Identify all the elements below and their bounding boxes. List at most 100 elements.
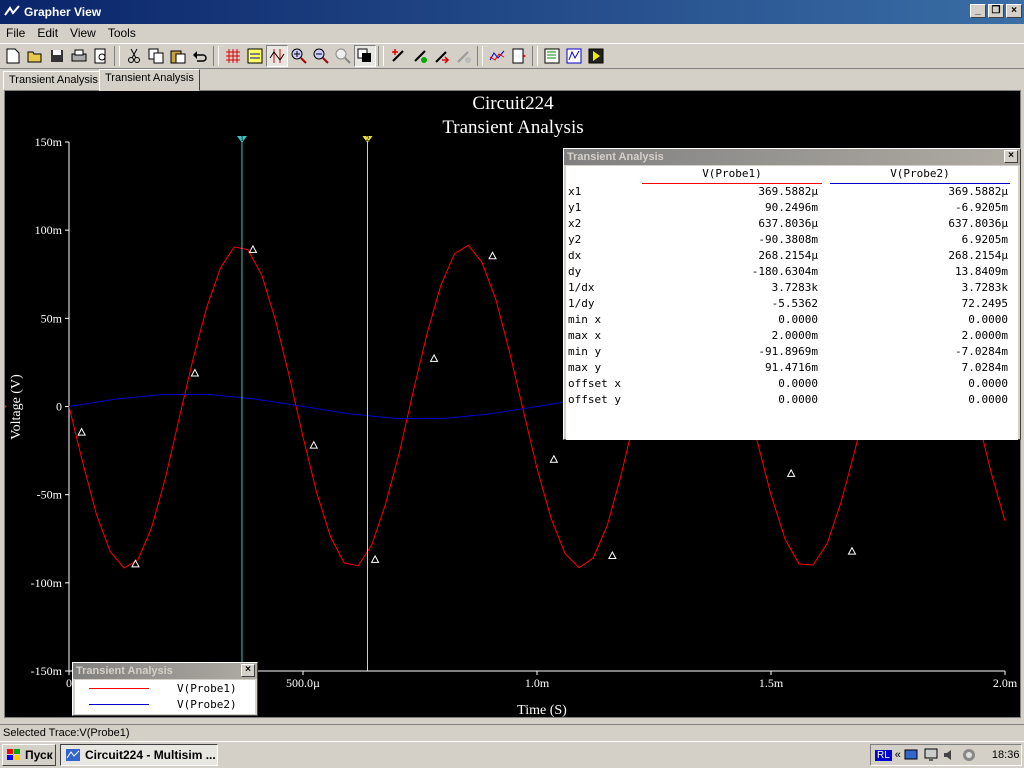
- new-icon[interactable]: [2, 45, 24, 67]
- toolbar-separator: [114, 46, 120, 66]
- legend-window-titlebar[interactable]: Transient Analysis ×: [73, 663, 257, 679]
- cursor-window-title: Transient Analysis: [567, 151, 664, 163]
- language-indicator[interactable]: RL: [875, 749, 892, 761]
- volume-icon[interactable]: [942, 748, 958, 762]
- undo-icon[interactable]: [189, 45, 211, 67]
- cursor-window-titlebar[interactable]: Transient Analysis ×: [564, 149, 1020, 165]
- cursor-row-1-dx: 1/dx 3.7283k 3.7283k: [566, 280, 1018, 296]
- cursor-value-probe2: 2.0000m: [961, 329, 1008, 342]
- cursor-row-label: max y: [568, 361, 602, 374]
- toolbar-separator: [213, 46, 219, 66]
- cursor-value-probe1: -91.8969m: [758, 345, 818, 358]
- x-tick-label: 500.0µ: [286, 676, 320, 690]
- legend-window[interactable]: Transient Analysis × V(Probe1) V(Probe2): [72, 662, 258, 716]
- cursor-row-dx: dx 268.2154µ 268.2154µ: [566, 248, 1018, 264]
- y-tick-label: -150m: [31, 664, 63, 678]
- cursor-row-1-dy: 1/dy -5.5362 72.2495: [566, 296, 1018, 312]
- chart-cursors[interactable]: 12: [236, 135, 373, 671]
- paste-icon[interactable]: [167, 45, 189, 67]
- cursor-value-probe2: 7.0284m: [961, 361, 1008, 374]
- cursor-readout-window[interactable]: Transient Analysis × V(Probe1) V(Probe2)…: [563, 148, 1021, 440]
- page-tabs: Transient Analysis Transient Analysis: [0, 69, 1024, 91]
- cursor-window-close-button[interactable]: ×: [1004, 150, 1018, 163]
- trace-marker: [309, 440, 319, 449]
- reverse-colors-icon[interactable]: [354, 45, 376, 67]
- export-to-labview-icon[interactable]: [585, 45, 607, 67]
- cursor-value-probe2: 0.0000: [968, 393, 1008, 406]
- cursors-icon[interactable]: [266, 45, 288, 67]
- cursor-value-probe2: 268.2154µ: [948, 249, 1008, 262]
- menu-file[interactable]: File: [0, 26, 31, 40]
- cursor-row-label: 1/dx: [568, 281, 595, 294]
- tray-expand-icon[interactable]: «: [895, 749, 901, 761]
- save-icon[interactable]: [46, 45, 68, 67]
- start-button[interactable]: Пуск: [2, 744, 56, 766]
- windows-logo-icon: [7, 749, 20, 760]
- restore-button[interactable]: ❐: [988, 4, 1004, 18]
- cursor-value-probe2: -6.9205m: [955, 201, 1008, 214]
- tab-transient-analysis-1[interactable]: Transient Analysis: [3, 71, 104, 90]
- network-icon[interactable]: [904, 748, 920, 762]
- menu-edit[interactable]: Edit: [31, 26, 64, 40]
- menu-tools[interactable]: Tools: [102, 26, 142, 40]
- open-icon[interactable]: [24, 45, 46, 67]
- legend-icon[interactable]: [244, 45, 266, 67]
- display-icon[interactable]: [923, 748, 939, 762]
- cursor-value-probe2: 369.5882µ: [948, 185, 1008, 198]
- tab-transient-analysis-2[interactable]: Transient Analysis: [99, 69, 200, 91]
- taskbar-item-multisim[interactable]: Circuit224 - Multisim ...: [60, 744, 218, 766]
- cursor-row-y2: y2 -90.3808m 6.9205m: [566, 232, 1018, 248]
- clock: 18:36: [991, 749, 1020, 761]
- y-tick-label: -100m: [31, 576, 63, 590]
- cursor-row-label: min x: [568, 313, 602, 326]
- cursor-value-probe1: 637.8036µ: [758, 217, 818, 230]
- y-tick-label: 150m: [35, 135, 63, 149]
- add-trace-icon[interactable]: [387, 45, 409, 67]
- zoom-in-icon[interactable]: [288, 45, 310, 67]
- cursor-value-probe1: -5.5362: [771, 297, 818, 310]
- status-text: Selected Trace:V(Probe1): [3, 727, 130, 739]
- excel-icon[interactable]: [508, 45, 530, 67]
- trace-marker: [77, 427, 86, 436]
- y-tick-label: -50m: [37, 488, 63, 502]
- print-preview-icon[interactable]: [90, 45, 112, 67]
- cursor-row-label: y1: [568, 201, 582, 214]
- x-tick-label: 1.0m: [525, 676, 550, 690]
- cursor-2-number: 2: [366, 135, 370, 143]
- cursor-value-probe2: -7.0284m: [955, 345, 1008, 358]
- cursor-header-probe1: V(Probe1): [642, 166, 822, 184]
- close-button[interactable]: ×: [1006, 4, 1022, 18]
- zoom-out-icon[interactable]: [310, 45, 332, 67]
- cursor-row-min-x: min x 0.0000 0.0000: [566, 312, 1018, 328]
- cursor-value-probe1: 0.0000: [778, 377, 818, 390]
- trace-properties-icon[interactable]: [409, 45, 431, 67]
- antivirus-icon[interactable]: [961, 748, 977, 762]
- grid-icon[interactable]: [222, 45, 244, 67]
- cursor-value-probe2: 6.9205m: [961, 233, 1008, 246]
- overlay-icon[interactable]: [453, 45, 475, 67]
- legend-window-close-button[interactable]: ×: [241, 664, 255, 677]
- cursor-row-dy: dy -180.6304m 13.8409m: [566, 264, 1018, 280]
- zoom-full-icon[interactable]: [332, 45, 354, 67]
- menu-view[interactable]: View: [64, 26, 102, 40]
- export-icon[interactable]: [486, 45, 508, 67]
- cursor-value-probe1: 369.5882µ: [758, 185, 818, 198]
- y-axis-label: Voltage (V): [9, 374, 24, 440]
- print-icon[interactable]: [68, 45, 90, 67]
- menu-bar: File Edit View Tools: [0, 24, 1024, 42]
- labview-icon[interactable]: [563, 45, 585, 67]
- minimize-button[interactable]: _: [970, 4, 986, 18]
- cursor-value-probe2: 3.7283k: [961, 281, 1008, 294]
- legend-label-probe2: V(Probe2): [177, 697, 237, 711]
- cursor-export-icon[interactable]: [431, 45, 453, 67]
- multisim-icon: [66, 749, 80, 761]
- y-tick-label: 100m: [35, 223, 63, 237]
- cursor-value-probe1: -90.3808m: [758, 233, 818, 246]
- mathcad-icon[interactable]: [541, 45, 563, 67]
- cut-icon[interactable]: [123, 45, 145, 67]
- cursor-table-header: V(Probe1) V(Probe2): [566, 166, 1018, 184]
- chart-subtitle: Transient Analysis: [442, 117, 583, 138]
- copy-icon[interactable]: [145, 45, 167, 67]
- cursor-value-probe2: 0.0000: [968, 377, 1008, 390]
- cursor-value-probe1: 2.0000m: [771, 329, 818, 342]
